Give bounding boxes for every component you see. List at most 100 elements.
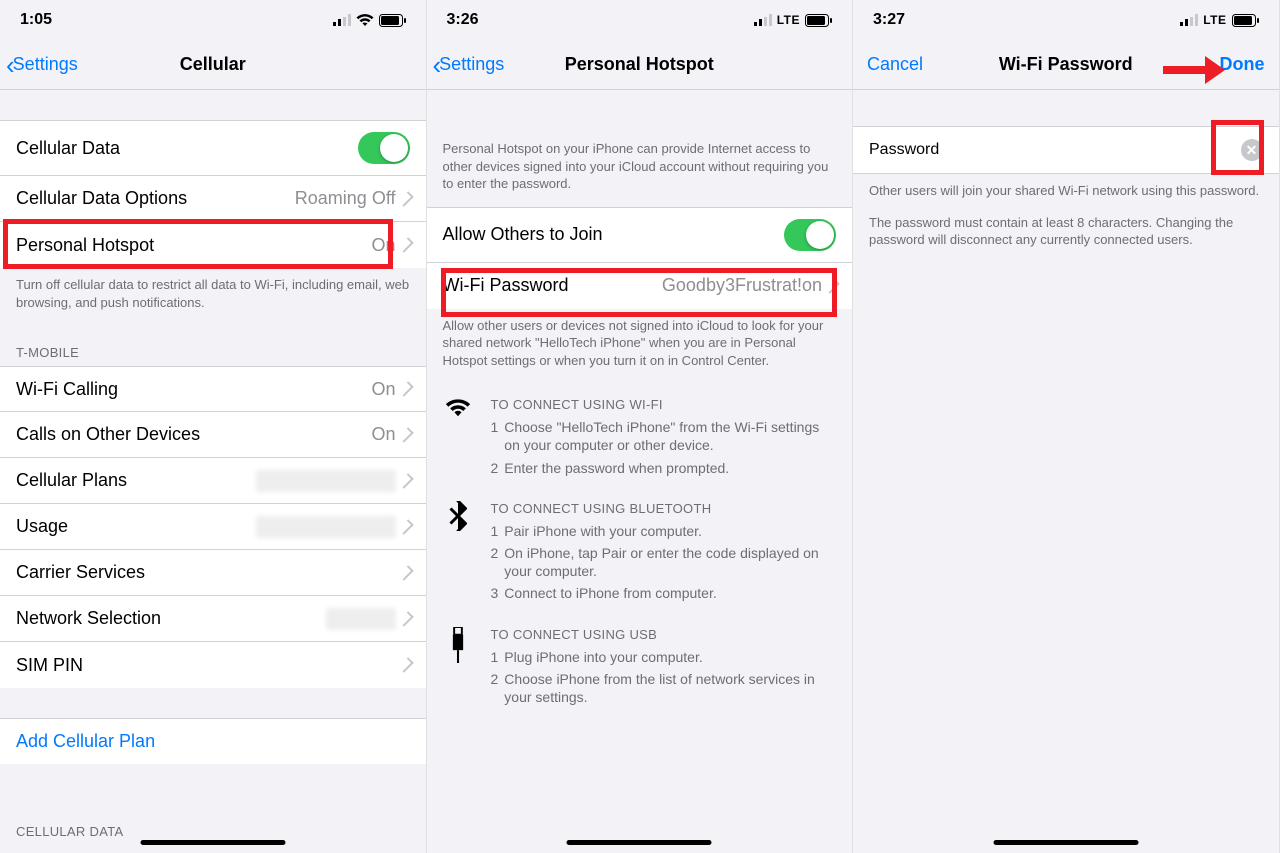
back-button[interactable]: ‹ Settings — [433, 52, 505, 78]
status-bar: 1:05 — [0, 0, 426, 40]
cellular-plans-row[interactable]: Cellular Plans — [0, 458, 426, 504]
instr-title: TO CONNECT USING WI-FI — [491, 397, 837, 412]
signal-icon — [754, 14, 772, 26]
instr-bluetooth: TO CONNECT USING BLUETOOTH 1Pair iPhone … — [427, 487, 853, 613]
lte-indicator: LTE — [1203, 13, 1226, 27]
cell-value: On — [371, 379, 395, 400]
instr-step: Choose iPhone from the list of network s… — [504, 670, 836, 706]
password-footer-1: Other users will join your shared Wi-Fi … — [853, 174, 1279, 214]
chevron-right-icon — [398, 657, 414, 673]
password-input[interactable] — [957, 140, 1240, 161]
status-time: 3:27 — [873, 11, 905, 29]
close-icon: ✕ — [1246, 142, 1258, 159]
carrier-section-header: T-MOBILE — [0, 325, 426, 366]
home-indicator[interactable] — [567, 840, 712, 845]
battery-icon — [805, 14, 832, 27]
cell-label: Cellular Plans — [16, 470, 127, 491]
status-bar: 3:27 LTE — [853, 0, 1279, 40]
usage-row[interactable]: Usage — [0, 504, 426, 550]
nav-bar: ‹ Settings Cellular — [0, 40, 426, 90]
chevron-right-icon — [398, 191, 414, 207]
chevron-right-icon — [398, 381, 414, 397]
allow-others-toggle[interactable] — [784, 219, 836, 251]
cellular-data-section-header: CELLULAR DATA — [0, 804, 426, 845]
chevron-right-icon — [398, 427, 414, 443]
cellular-data-options-row[interactable]: Cellular Data Options Roaming Off — [0, 176, 426, 222]
screen-personal-hotspot: 3:26 LTE ‹ Settings Personal Hotspot Per… — [427, 0, 854, 853]
cell-label: Cellular Data Options — [16, 188, 187, 209]
screen-cellular: 1:05 ‹ Settings Cellular Cellular Data C… — [0, 0, 427, 853]
instr-step: Plug iPhone into your computer. — [504, 648, 702, 666]
status-bar: 3:26 LTE — [427, 0, 853, 40]
usb-icon — [443, 627, 473, 711]
chevron-right-icon — [398, 237, 414, 253]
personal-hotspot-row[interactable]: Personal Hotspot On — [0, 222, 426, 268]
instr-step: Choose "HelloTech iPhone" from the Wi-Fi… — [504, 418, 836, 454]
status-time: 1:05 — [20, 11, 52, 29]
lte-indicator: LTE — [777, 13, 800, 27]
cell-label: Allow Others to Join — [443, 224, 603, 245]
cellular-data-toggle[interactable] — [358, 132, 410, 164]
nav-bar: ‹ Settings Personal Hotspot — [427, 40, 853, 90]
sim-pin-row[interactable]: SIM PIN — [0, 642, 426, 688]
redacted-value — [326, 608, 396, 630]
cell-label: Cellular Data — [16, 138, 120, 159]
done-button[interactable]: Done — [1220, 54, 1265, 75]
status-time: 3:26 — [447, 11, 479, 29]
back-button[interactable]: ‹ Settings — [6, 52, 78, 78]
hotspot-intro-text: Personal Hotspot on your iPhone can prov… — [427, 90, 853, 207]
signal-icon — [333, 14, 351, 26]
cell-label: SIM PIN — [16, 655, 83, 676]
password-input-row[interactable]: Password ✕ — [853, 126, 1279, 174]
battery-icon — [379, 14, 406, 27]
allow-others-row[interactable]: Allow Others to Join — [427, 207, 853, 263]
instr-title: TO CONNECT USING USB — [491, 627, 837, 642]
instr-wifi: TO CONNECT USING WI-FI 1Choose "HelloTec… — [427, 383, 853, 487]
chevron-right-icon — [824, 278, 840, 294]
cell-label: Add Cellular Plan — [16, 731, 155, 752]
wifi-icon — [356, 14, 374, 26]
clear-button[interactable]: ✕ — [1241, 139, 1263, 161]
chevron-right-icon — [398, 519, 414, 535]
status-indicators: LTE — [1180, 13, 1258, 27]
cell-label: Calls on Other Devices — [16, 424, 200, 445]
password-footer-2: The password must contain at least 8 cha… — [853, 214, 1279, 263]
cell-value: On — [371, 424, 395, 445]
chevron-right-icon — [398, 473, 414, 489]
calls-other-devices-row[interactable]: Calls on Other Devices On — [0, 412, 426, 458]
cell-value: Goodby3Frustrat!on — [662, 275, 822, 296]
cell-value: Roaming Off — [295, 188, 396, 209]
back-label: Settings — [13, 54, 78, 75]
wifi-password-row[interactable]: Wi-Fi Password Goodby3Frustrat!on — [427, 263, 853, 309]
home-indicator[interactable] — [993, 840, 1138, 845]
cell-label: Network Selection — [16, 608, 161, 629]
cell-label: Wi-Fi Calling — [16, 379, 118, 400]
instr-step: Enter the password when prompted. — [504, 459, 729, 477]
carrier-services-row[interactable]: Carrier Services — [0, 550, 426, 596]
nav-bar: Cancel Wi-Fi Password Done — [853, 40, 1279, 90]
add-cellular-plan-row[interactable]: Add Cellular Plan — [0, 718, 426, 764]
wifi-icon — [443, 397, 473, 481]
input-label: Password — [869, 141, 939, 159]
instr-step: On iPhone, tap Pair or enter the code di… — [504, 544, 836, 580]
cell-value: On — [371, 235, 395, 256]
chevron-right-icon — [398, 611, 414, 627]
status-indicators: LTE — [754, 13, 832, 27]
screen-wifi-password: 3:27 LTE Cancel Wi-Fi Password Done Pass… — [853, 0, 1280, 853]
signal-icon — [1180, 14, 1198, 26]
instr-usb: TO CONNECT USING USB 1Plug iPhone into y… — [427, 613, 853, 717]
cell-label: Carrier Services — [16, 562, 145, 583]
instr-title: TO CONNECT USING BLUETOOTH — [491, 501, 837, 516]
wifi-calling-row[interactable]: Wi-Fi Calling On — [0, 366, 426, 412]
instr-step: Connect to iPhone from computer. — [504, 584, 716, 602]
cancel-button[interactable]: Cancel — [867, 54, 923, 75]
cell-label: Wi-Fi Password — [443, 275, 569, 296]
battery-icon — [1232, 14, 1259, 27]
home-indicator[interactable] — [140, 840, 285, 845]
back-label: Settings — [439, 54, 504, 75]
bluetooth-icon — [443, 501, 473, 607]
cellular-data-row[interactable]: Cellular Data — [0, 120, 426, 176]
network-selection-row[interactable]: Network Selection — [0, 596, 426, 642]
section-footer: Turn off cellular data to restrict all d… — [0, 268, 426, 325]
redacted-value — [256, 516, 396, 538]
